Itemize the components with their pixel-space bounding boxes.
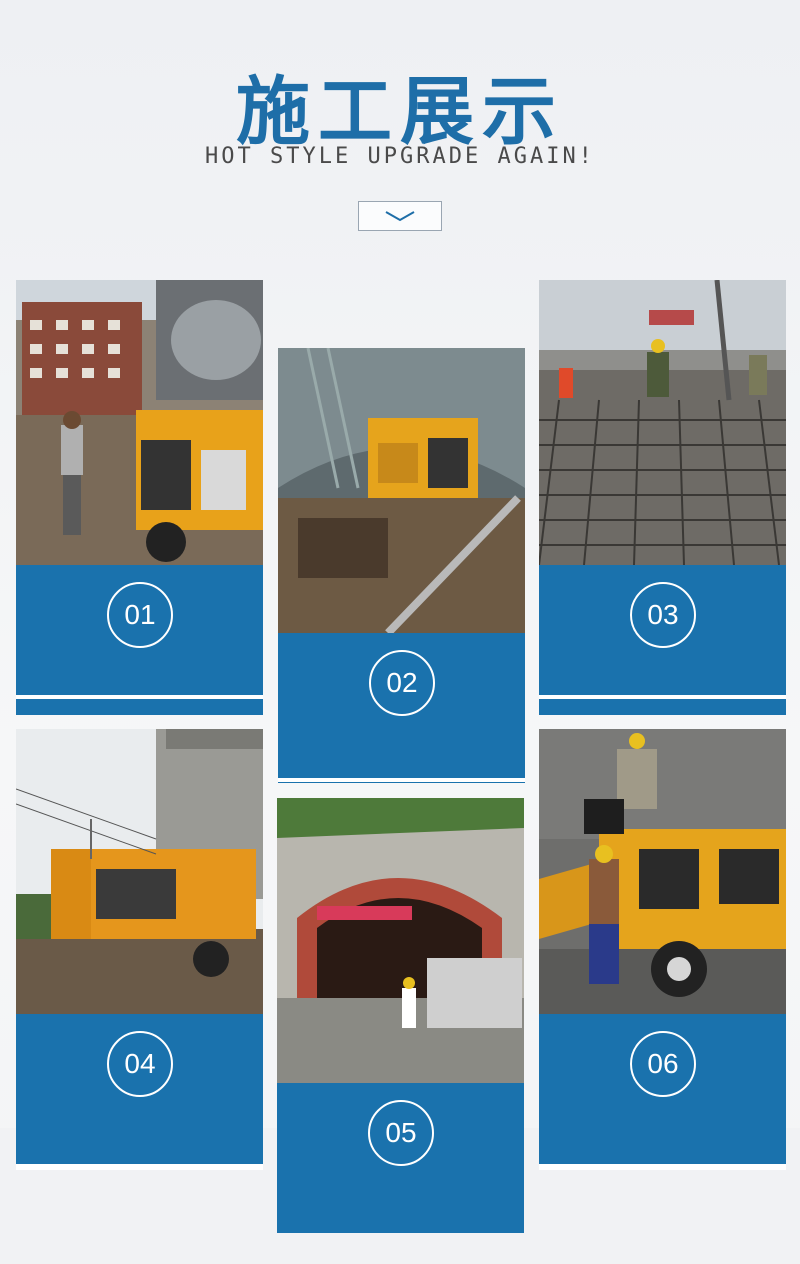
card-number-04: 04 (107, 1031, 173, 1097)
card-divider (16, 1164, 263, 1170)
gallery-card-03[interactable]: 03 (539, 280, 786, 720)
page-title: 施工展示 (236, 69, 564, 155)
construction-photo-06 (539, 729, 786, 1014)
card-divider (539, 1164, 786, 1170)
card-divider (539, 695, 786, 699)
construction-photo-01 (16, 280, 263, 565)
chevron-down-icon (385, 211, 415, 222)
card-number-05: 05 (368, 1100, 434, 1166)
construction-photo-03 (539, 280, 786, 565)
construction-photo-02 (278, 348, 525, 633)
page-subtitle: HOT STYLE UPGRADE AGAIN! (205, 144, 595, 169)
card-number-06: 06 (630, 1031, 696, 1097)
card-number-03: 03 (630, 582, 696, 648)
card-panel-04: 04 (16, 1014, 263, 1170)
gallery-card-06[interactable]: 06 (539, 729, 786, 1170)
card-divider (16, 695, 263, 699)
construction-photo-05 (277, 798, 524, 1083)
construction-photo-04 (16, 729, 263, 1014)
scroll-down-button[interactable] (358, 201, 442, 231)
card-panel-06: 06 (539, 1014, 786, 1170)
gallery-card-01[interactable]: 01 (16, 280, 263, 720)
gallery-card-02[interactable]: 02 (278, 348, 525, 783)
card-divider (278, 778, 525, 782)
card-panel-01: 01 (16, 565, 263, 715)
card-panel-03: 03 (539, 565, 786, 715)
gallery-card-05[interactable]: 05 (277, 798, 524, 1233)
card-number-02: 02 (369, 650, 435, 716)
card-number-01: 01 (107, 582, 173, 648)
card-panel-05: 05 (277, 1083, 524, 1233)
card-panel-02: 02 (278, 633, 525, 783)
section-header: 施工展示 HOT STYLE UPGRADE AGAIN! (0, 0, 800, 260)
gallery-card-04[interactable]: 04 (16, 729, 263, 1170)
